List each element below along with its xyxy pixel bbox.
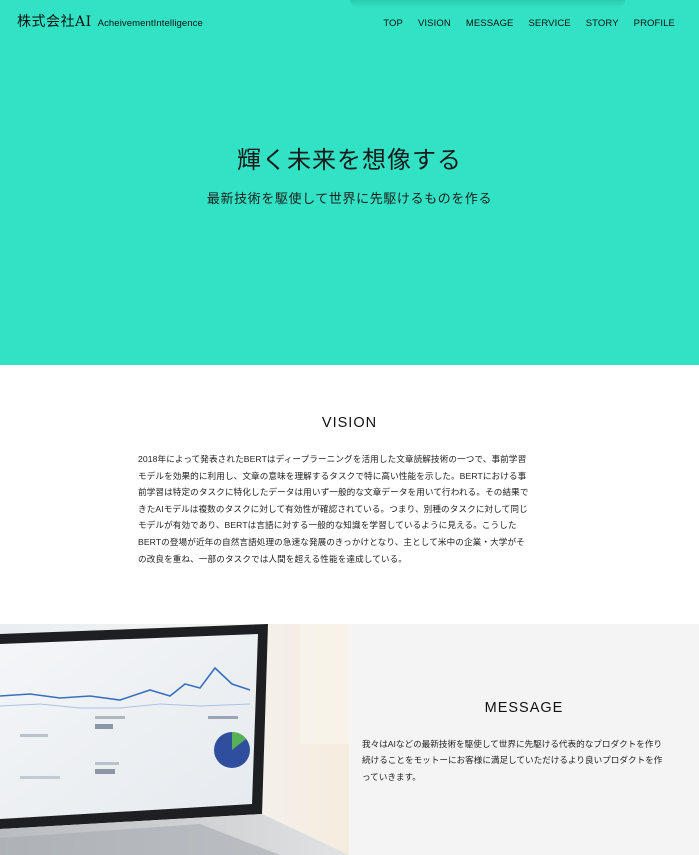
main-nav: TOP VISION MESSAGE SERVICE STORY PROFILE (383, 18, 675, 29)
logo-company-name: 株式会社AI (17, 14, 92, 30)
nav-link-story[interactable]: STORY (586, 18, 619, 29)
nav-link-message[interactable]: MESSAGE (466, 18, 514, 29)
nav-link-vision[interactable]: VISION (418, 18, 451, 29)
logo[interactable]: 株式会社AI AcheivementIntelligence (17, 11, 203, 31)
vision-body: 2018年によって発表されたBERTはディープラーニングを活用した文章読解技術の… (138, 451, 558, 567)
hero-title: 輝く未来を想像する (237, 146, 462, 174)
vision-line: きたAIモデルは複数のタスクに対して有効性が確認されている。つまり、別種のタスク… (138, 503, 528, 514)
vision-line: 2018年によって発表されたBERTはディープラーニングを活用した文章読解技術の… (138, 454, 527, 464)
message-line: っていきます。 (362, 771, 421, 782)
logo-tagline: AcheivementIntelligence (97, 18, 203, 29)
nav-link-top[interactable]: TOP (383, 18, 403, 29)
nav-link-service[interactable]: SERVICE (529, 18, 571, 29)
nav-link-profile[interactable]: PROFILE (634, 18, 675, 29)
vision-line: 前学習は特定のタスクに特化したデータは用いず一般的な文章データを用いて行われる。… (138, 487, 529, 498)
vision-line: モデルが有効であり、BERTは言語に対する一般的な知識を学習しているように見える… (138, 520, 517, 531)
site-header: 株式会社AI AcheivementIntelligence TOP VISIO… (0, 0, 699, 40)
message-panel: MESSAGE 我々はAIなどの最新技術を駆使して世界に先駆ける代表的なプロダク… (349, 624, 699, 855)
laptop-analytics-photo (0, 624, 349, 855)
message-title: MESSAGE (484, 700, 564, 716)
hero-subtitle: 最新技術を駆使して世界に先駆けるものを作る (206, 192, 493, 207)
vision-line: BERTの登場が近年の自然言語処理の急速な発展のきっかけとなり、主として米中の企… (138, 536, 525, 547)
nav-shadow (350, 0, 625, 8)
vision-title: VISION (321, 415, 378, 431)
message-line: 続けることをモットーにお客様に満足していただけるより良いプロダクトを作 (362, 755, 663, 766)
vision-section: VISION 2018年によって発表されたBERTはディープラーニングを活用した… (0, 365, 699, 624)
vision-line: モデルを効果的に利用し、文章の意味を理解するタスクで特に高い性能を示した。BER… (138, 470, 527, 481)
hero-section: 輝く未来を想像する 最新技術を駆使して世界に先駆けるものを作る (0, 0, 699, 365)
vision-line: の改良を重ね、一部のタスクでは人間を超える性能を達成している。 (138, 553, 407, 564)
message-line: 我々はAIなどの最新技術を駆使して世界に先駆ける代表的なプロダクトを作り (362, 739, 663, 749)
message-section: MESSAGE 我々はAIなどの最新技術を駆使して世界に先駆ける代表的なプロダク… (0, 624, 699, 855)
message-body: 我々はAIなどの最新技術を駆使して世界に先駆ける代表的なプロダクトを作り 続ける… (362, 736, 692, 785)
